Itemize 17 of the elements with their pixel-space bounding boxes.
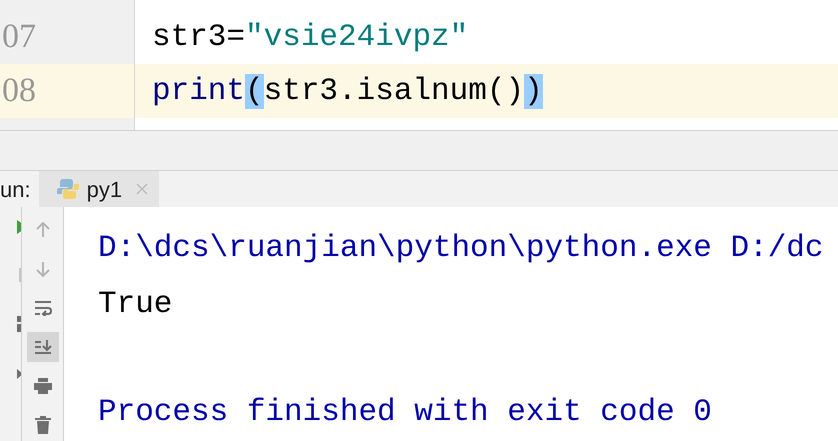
python-icon [56,178,79,200]
up-arrow-icon [36,222,50,238]
code-line: str3=″vsie24ivpz″ [152,22,468,52]
run-tab[interactable]: py1 [38,171,159,207]
down-arrow-icon [36,261,50,277]
trash-icon [34,416,50,434]
console-tool-button[interactable] [26,332,58,362]
console-line: D:\dcs\ruanjian\python\python.exe D:/dc [98,230,824,268]
code-line: print(str3.isalnum()) [152,76,543,106]
run-label: un: [0,176,32,204]
console-line: True [98,286,172,324]
line-number: 08 [2,74,36,108]
scroll-to-end-icon [34,339,52,355]
line-number: 07 [2,20,36,54]
console-line: Process finished with exit code 0 [98,394,712,432]
printer-icon [34,378,52,394]
soft-wrap-icon [34,300,52,316]
